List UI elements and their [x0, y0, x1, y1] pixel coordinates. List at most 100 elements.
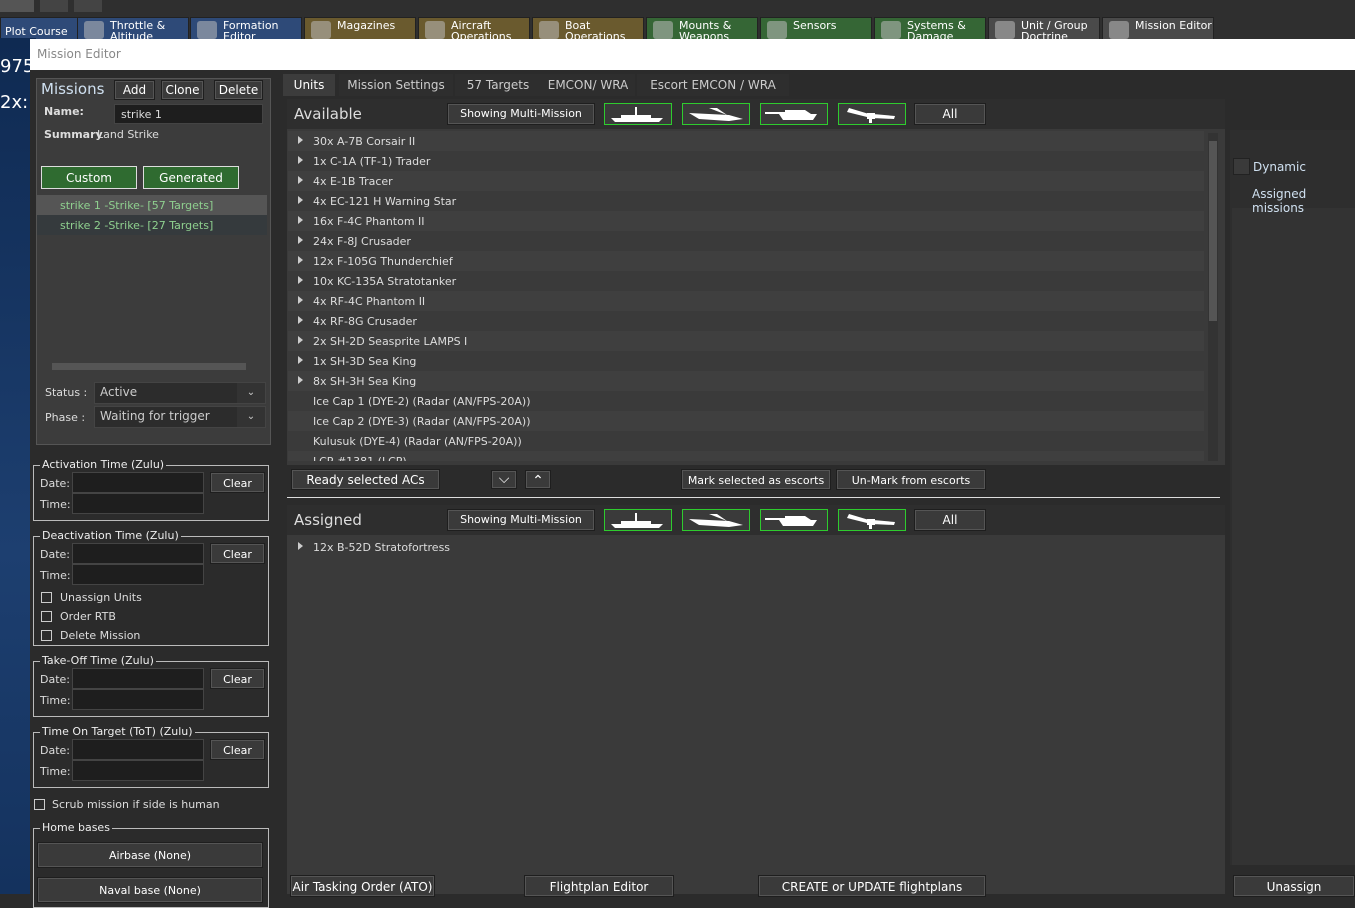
available-unit-row[interactable]: 1x C-1A (TF-1) Trader — [288, 151, 1204, 171]
expand-icon[interactable] — [298, 156, 303, 164]
expand-icon[interactable] — [298, 542, 303, 550]
showing-multi-mission-button[interactable]: Showing Multi-Mission — [447, 103, 595, 125]
satellite-filter-icon[interactable] — [838, 509, 906, 531]
tab-2[interactable]: 57 Targets — [455, 74, 541, 96]
time-input[interactable] — [72, 689, 204, 710]
all-filter-button[interactable]: All — [914, 509, 986, 531]
date-input[interactable] — [72, 472, 204, 493]
ready-selected-button[interactable]: Ready selected ACs — [291, 469, 440, 490]
toolbar-button[interactable]: Mounts & Weapons — [646, 17, 758, 41]
toolbar-icon-button[interactable] — [40, 0, 68, 12]
toolbar-button[interactable]: Throttle & Altitude — [77, 17, 189, 41]
showing-multi-mission-button[interactable]: Showing Multi-Mission — [447, 509, 595, 531]
toolbar-button[interactable]: Aircraft Operations — [418, 17, 530, 41]
time-input[interactable] — [72, 760, 204, 781]
toolbar-button[interactable]: Unit / Group Doctrine — [988, 17, 1100, 41]
status-select[interactable]: Active ⌄ — [94, 382, 266, 404]
date-input[interactable] — [72, 668, 204, 689]
aircraft-filter-icon[interactable] — [682, 103, 750, 125]
mission-list-item[interactable]: strike 1 -Strike- [57 Targets] — [37, 195, 267, 215]
available-unit-row[interactable]: 4x RF-8G Crusader — [288, 311, 1204, 331]
clear-button[interactable]: Clear — [210, 543, 265, 564]
available-unit-row[interactable]: Ice Cap 1 (DYE-2) (Radar (AN/FPS-20A)) — [288, 391, 1204, 411]
assigned-unit-row[interactable]: 12x B-52D Stratofortress — [288, 537, 1204, 557]
available-unit-row[interactable]: 1x SH-3D Sea King — [288, 351, 1204, 371]
expand-icon[interactable] — [298, 276, 303, 284]
date-input[interactable] — [72, 543, 204, 564]
expand-icon[interactable] — [298, 376, 303, 384]
toolbar-button[interactable]: Formation Editor — [190, 17, 302, 41]
phase-select[interactable]: Waiting for trigger ⌄ — [94, 406, 266, 428]
available-unit-row[interactable]: LCP #1381 (LCP) — [288, 451, 1204, 461]
vertical-scrollbar[interactable] — [1208, 133, 1218, 461]
available-unit-row[interactable]: 4x EC-121 H Warning Star — [288, 191, 1204, 211]
expand-icon[interactable] — [298, 356, 303, 364]
tab-0[interactable]: Units — [283, 74, 335, 96]
expand-icon[interactable] — [298, 316, 303, 324]
available-unit-row[interactable]: Ice Cap 2 (DYE-3) (Radar (AN/FPS-20A)) — [288, 411, 1204, 431]
toolbar-button[interactable]: Boat Operations — [532, 17, 644, 41]
available-unit-row[interactable]: 10x KC-135A Stratotanker — [288, 271, 1204, 291]
aircraft-filter-icon[interactable] — [682, 509, 750, 531]
unmark-escorts-button[interactable]: Un-Mark from escorts — [836, 469, 986, 490]
available-unit-row[interactable]: Kulusuk (DYE-4) (Radar (AN/FPS-20A)) — [288, 431, 1204, 451]
clear-button[interactable]: Clear — [210, 739, 265, 760]
time-input[interactable] — [72, 564, 204, 585]
move-up-icon[interactable]: ⌃ — [525, 470, 551, 489]
scrub-mission-checkbox[interactable] — [34, 799, 45, 810]
dynamic-checkbox[interactable] — [1233, 158, 1250, 175]
toolbar-icon — [653, 21, 673, 39]
available-unit-row[interactable]: 12x F-105G Thunderchief — [288, 251, 1204, 271]
available-unit-row[interactable]: 30x A-7B Corsair II — [288, 131, 1204, 151]
expand-icon[interactable] — [298, 296, 303, 304]
mission-list-item[interactable]: strike 2 -Strike- [27 Targets] — [37, 215, 267, 235]
generated-filter-button[interactable]: Generated — [143, 166, 239, 189]
order-rtb-checkbox[interactable] — [41, 611, 52, 622]
delete-mission-checkbox[interactable] — [41, 630, 52, 641]
unassign-units-checkbox[interactable] — [41, 592, 52, 603]
satellite-filter-icon[interactable] — [838, 103, 906, 125]
custom-filter-button[interactable]: Custom — [41, 166, 137, 189]
clear-button[interactable]: Clear — [210, 668, 265, 689]
delete-mission-button[interactable]: Delete — [214, 80, 263, 100]
expand-icon[interactable] — [298, 136, 303, 144]
toolbar-button[interactable]: Magazines — [304, 17, 416, 41]
expand-icon[interactable] — [298, 196, 303, 204]
move-down-icon[interactable]: ⌵ — [491, 470, 517, 489]
toolbar-button[interactable]: Sensors — [760, 17, 872, 41]
ship-filter-icon[interactable] — [604, 509, 672, 531]
assigned-missions-list[interactable] — [1232, 208, 1355, 865]
expand-icon[interactable] — [298, 336, 303, 344]
clone-mission-button[interactable]: Clone — [161, 80, 204, 100]
expand-icon[interactable] — [298, 256, 303, 264]
tab-4[interactable]: Escort EMCON / WRA — [637, 74, 789, 96]
add-mission-button[interactable]: Add — [114, 80, 155, 100]
all-filter-button[interactable]: All — [914, 103, 986, 125]
expand-icon[interactable] — [298, 216, 303, 224]
expand-icon[interactable] — [298, 176, 303, 184]
horizontal-scrollbar[interactable] — [52, 363, 246, 370]
tank-filter-icon[interactable] — [760, 103, 828, 125]
airbase-button[interactable]: Airbase (None) — [37, 842, 263, 868]
mark-escorts-button[interactable]: Mark selected as escorts — [681, 469, 831, 490]
mission-name-input[interactable]: strike 1 — [114, 104, 263, 124]
time-input[interactable] — [72, 493, 204, 514]
naval-base-button[interactable]: Naval base (None) — [37, 877, 263, 903]
toolbar-button[interactable]: Mission Editor — [1102, 17, 1214, 41]
toolbar-icon-button[interactable] — [0, 0, 34, 12]
available-unit-row[interactable]: 4x E-1B Tracer — [288, 171, 1204, 191]
date-input[interactable] — [72, 739, 204, 760]
available-unit-row[interactable]: 2x SH-2D Seasprite LAMPS I — [288, 331, 1204, 351]
available-unit-row[interactable]: 16x F-4C Phantom II — [288, 211, 1204, 231]
ship-filter-icon[interactable] — [604, 103, 672, 125]
tab-1[interactable]: Mission Settings — [339, 74, 453, 96]
toolbar-button[interactable]: Systems & Damage — [874, 17, 986, 41]
available-unit-row[interactable]: 4x RF-4C Phantom II — [288, 291, 1204, 311]
clear-button[interactable]: Clear — [210, 472, 265, 493]
gear-icon[interactable] — [74, 0, 102, 12]
expand-icon[interactable] — [298, 236, 303, 244]
tab-3[interactable]: EMCON/ WRA — [541, 74, 635, 96]
available-unit-row[interactable]: 8x SH-3H Sea King — [288, 371, 1204, 391]
tank-filter-icon[interactable] — [760, 509, 828, 531]
available-unit-row[interactable]: 24x F-8J Crusader — [288, 231, 1204, 251]
